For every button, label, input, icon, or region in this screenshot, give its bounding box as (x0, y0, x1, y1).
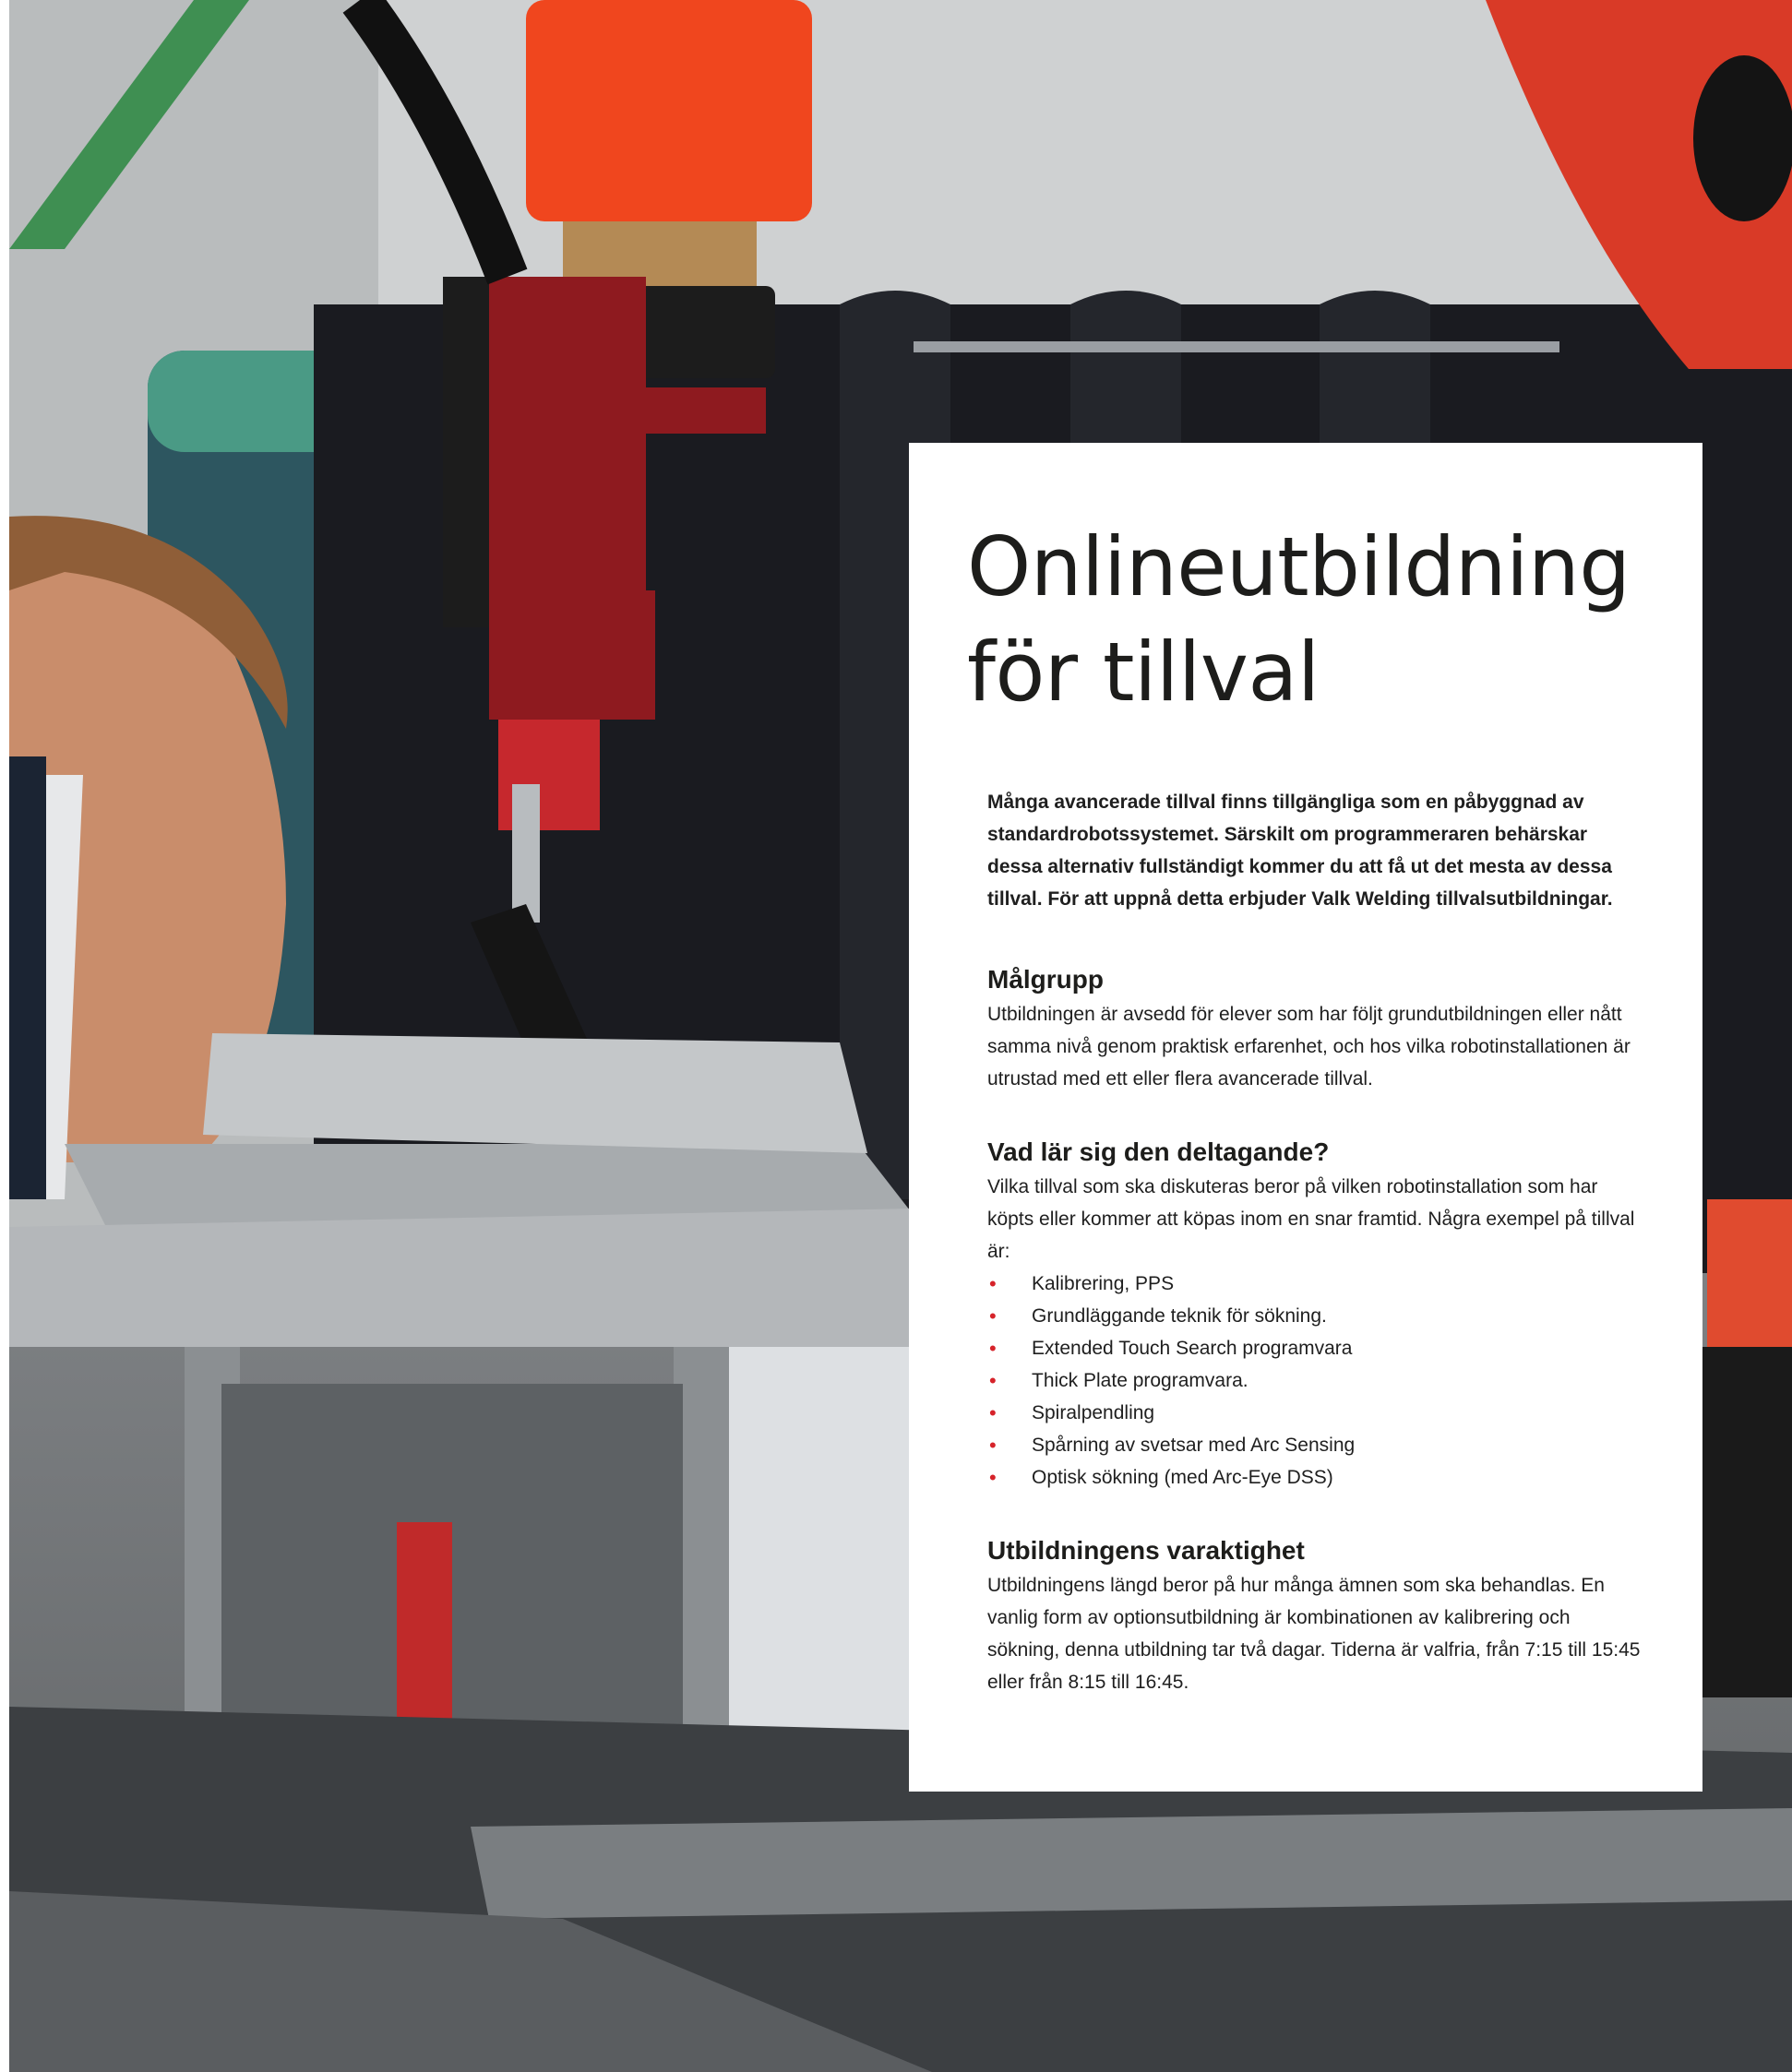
intro-paragraph: Många avancerade tillval finns tillgängl… (987, 792, 1613, 910)
bullet-icon: • (989, 1337, 997, 1360)
section-heading: Målgrupp (987, 965, 1104, 994)
bullet-icon: • (989, 1369, 997, 1392)
section-text: Utbildningens längd beror på hur många ä… (987, 1575, 1641, 1693)
section-what-learn: Vad lär sig den deltagande? Vilka tillva… (987, 1136, 1647, 1494)
bullet-icon: • (989, 1304, 997, 1328)
list-item: • Thick Plate programvara. (987, 1364, 1647, 1397)
section-text: Utbildningen är avsedd för elever som ha… (987, 1004, 1631, 1090)
section-text: Vilka tillval som ska diskuteras beror p… (987, 1176, 1635, 1262)
list-item-label: Grundläggande teknik för sökning. (1032, 1305, 1327, 1327)
info-card: Onlineutbildning för tillval Många avanc… (909, 443, 1702, 1792)
list-item: • Kalibrering, PPS (987, 1268, 1647, 1300)
list-item: • Spiralpendling (987, 1397, 1647, 1429)
list-item-label: Optisk sökning (med Arc-Eye DSS) (1032, 1467, 1333, 1488)
list-item-label: Extended Touch Search programvara (1032, 1338, 1353, 1359)
list-item: • Grundläggande teknik för sökning. (987, 1300, 1647, 1332)
bullet-icon: • (989, 1272, 997, 1295)
section-heading: Vad lär sig den deltagande? (987, 1137, 1330, 1166)
list-item-label: Spiralpendling (1032, 1402, 1155, 1423)
list-item: • Spårning av svetsar med Arc Sensing (987, 1429, 1647, 1461)
list-item-label: Thick Plate programvara. (1032, 1370, 1248, 1391)
section-duration: Utbildningens varaktighet Utbildningens … (987, 1534, 1647, 1698)
bullet-icon: • (989, 1466, 997, 1489)
list-item: • Optisk sökning (med Arc-Eye DSS) (987, 1461, 1647, 1494)
list-item-label: Spårning av svetsar med Arc Sensing (1032, 1435, 1356, 1456)
list-item: • Extended Touch Search programvara (987, 1332, 1647, 1364)
bullet-icon: • (989, 1401, 997, 1424)
section-target-group: Målgrupp Utbildningen är avsedd för elev… (987, 963, 1647, 1095)
section-heading: Utbildningens varaktighet (987, 1536, 1305, 1565)
bullet-icon: • (989, 1434, 997, 1457)
page-title: Onlineutbildning för tillval (967, 519, 1631, 720)
options-list: • Kalibrering, PPS • Grundläggande teknik … (987, 1268, 1647, 1494)
list-item-label: Kalibrering, PPS (1032, 1273, 1175, 1294)
